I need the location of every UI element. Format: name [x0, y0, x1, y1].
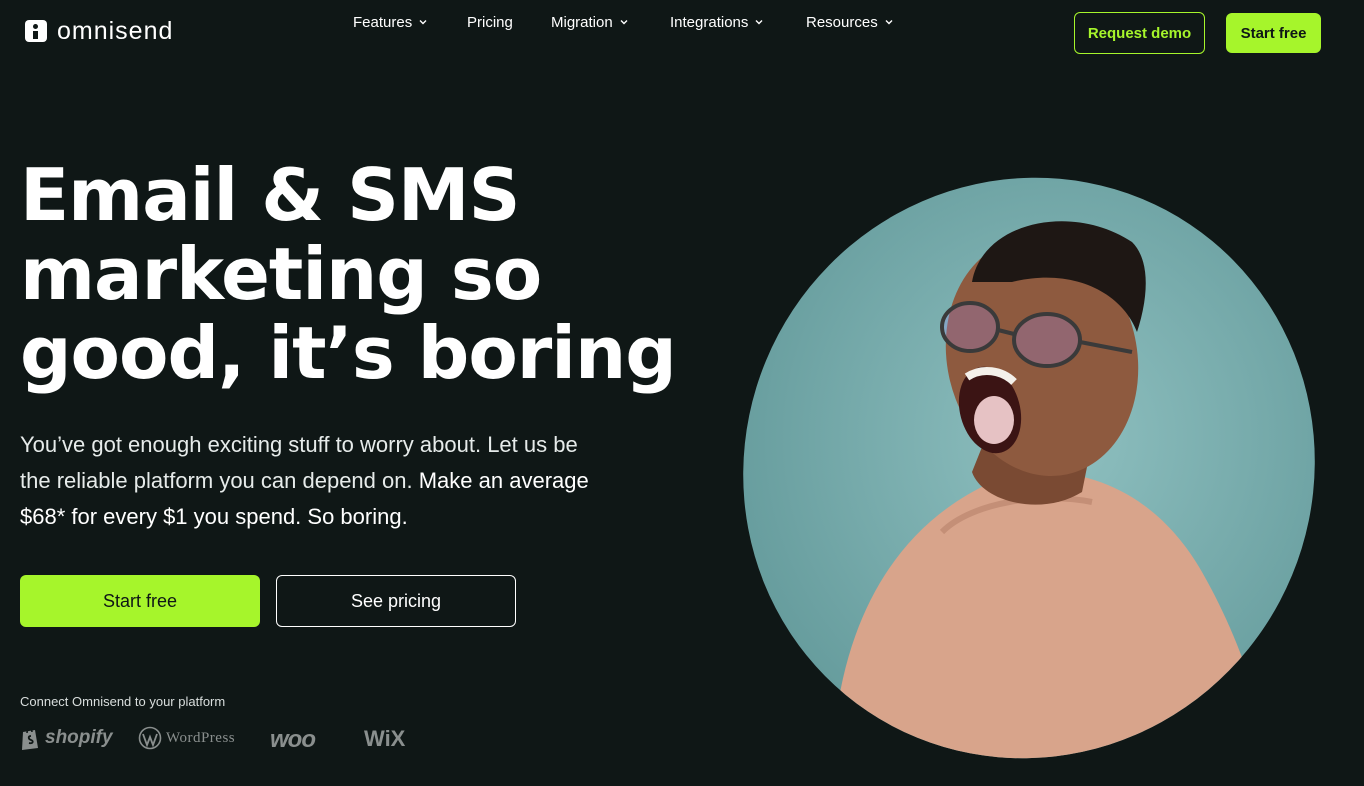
- wordpress-icon: [138, 726, 162, 750]
- omnisend-logo[interactable]: omnisend: [25, 17, 173, 45]
- nav-item-label: Migration: [551, 13, 613, 31]
- nav-item-resources[interactable]: Resources: [806, 14, 894, 31]
- hero-headline: Email & SMS marketing so good, it’s bori…: [20, 156, 700, 393]
- chevron-down-icon: [885, 20, 893, 25]
- wix-logo[interactable]: WiX: [364, 726, 405, 752]
- brand-name: omnisend: [57, 17, 174, 45]
- nav-item-label: Resources: [806, 13, 878, 31]
- chevron-down-icon: [419, 20, 427, 25]
- see-pricing-button[interactable]: See pricing: [276, 575, 516, 627]
- chevron-down-icon: [755, 20, 763, 25]
- page: omnisend Features Pricing Migration Inte…: [0, 0, 1364, 786]
- headline-line: marketing so: [20, 232, 542, 316]
- nav-item-label: Integrations: [670, 13, 749, 31]
- woo-logo[interactable]: woo: [270, 726, 316, 754]
- start-free-button[interactable]: Start free: [20, 575, 260, 627]
- omnisend-logo-icon: [25, 20, 47, 42]
- platform-name: WiX: [364, 726, 406, 751]
- platform-name: WordPress: [166, 729, 236, 746]
- nav-item-migration[interactable]: Migration: [551, 14, 629, 31]
- shopify-bag-icon: [22, 727, 38, 750]
- nav-item-features[interactable]: Features: [353, 14, 428, 31]
- request-demo-button[interactable]: Request demo: [1074, 12, 1205, 54]
- nav-item-pricing[interactable]: Pricing: [467, 14, 513, 31]
- nav-item-integrations[interactable]: Integrations: [670, 14, 764, 31]
- hero-subtext: You’ve got enough exciting stuff to worr…: [20, 427, 600, 535]
- nav-item-label: Pricing: [467, 13, 513, 31]
- hero-person-image: [742, 172, 1317, 764]
- wordpress-logo[interactable]: WordPress: [138, 726, 235, 750]
- shopify-logo[interactable]: shopify: [20, 726, 113, 750]
- connect-platform-label: Connect Omnisend to your platform: [20, 694, 226, 709]
- platform-name: shopify: [45, 727, 113, 748]
- nav-item-label: Features: [353, 13, 413, 31]
- platform-name: woo: [270, 726, 316, 753]
- start-free-header-button[interactable]: Start free: [1226, 13, 1321, 53]
- site-header: omnisend Features Pricing Migration Inte…: [0, 0, 1364, 64]
- headline-line: Email & SMS: [20, 153, 520, 237]
- headline-line: good, it’s boring: [20, 311, 677, 395]
- chevron-down-icon: [620, 20, 628, 25]
